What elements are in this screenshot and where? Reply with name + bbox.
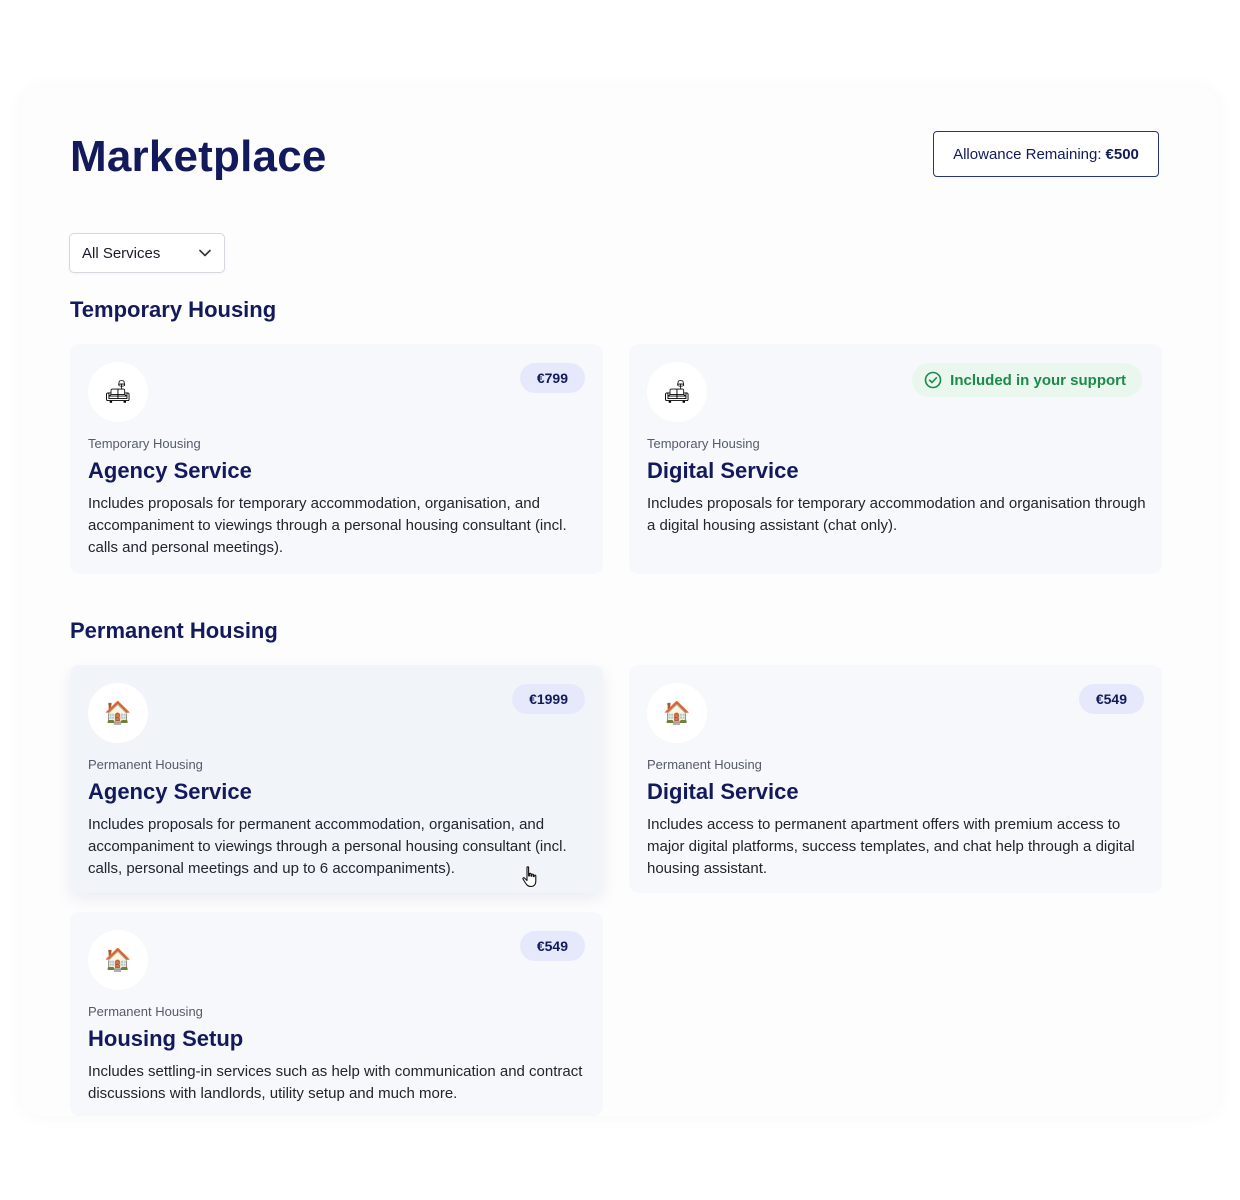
section-title-temporary-housing: Temporary Housing [70,297,277,322]
card-description: Includes access to permanent apartment o… [647,816,1135,877]
included-label: Included in your support [950,371,1126,389]
allowance-value: €500 [1105,145,1139,163]
card-category: Temporary Housing [647,436,760,451]
service-filter-value: All Services [82,244,161,262]
house-icon: 🏠 [647,683,707,743]
card-description: Includes proposals for temporary accommo… [647,495,1146,534]
service-card-housing-setup[interactable]: 🏠 €549 Permanent Housing Housing Setup I… [70,912,603,1116]
pointer-hand-icon [522,866,537,888]
card-description: Includes settling-in services such as he… [88,1063,583,1102]
service-card-permanent-agency[interactable]: 🏠 €1999 Permanent Housing Agency Service… [70,665,603,893]
house-icon: 🏠 [88,683,148,743]
card-description: Includes proposals for temporary accommo… [88,495,567,556]
included-badge: Included in your support [912,363,1142,397]
card-title: Housing Setup [88,1026,244,1051]
service-filter-select[interactable]: All Services [69,233,225,273]
house-icon: 🏠 [88,930,148,990]
service-card-temporary-digital[interactable]: 🛋 Included in your support Temporary Hou… [629,344,1162,574]
card-description: Includes proposals for permanent accommo… [88,816,567,877]
card-category: Temporary Housing [88,436,201,451]
allowance-label: Allowance Remaining: [953,145,1102,163]
marketplace-panel: Marketplace Allowance Remaining: €500 Al… [22,88,1218,1116]
price-badge: €799 [519,363,585,393]
price-badge: €549 [519,931,585,961]
card-title: Agency Service [88,779,252,804]
price-badge: €1999 [512,684,585,714]
chevron-down-icon [198,246,212,260]
service-card-permanent-digital[interactable]: 🏠 €549 Permanent Housing Digital Service… [629,665,1162,893]
allowance-remaining-button[interactable]: Allowance Remaining: €500 [933,131,1159,177]
card-title: Digital Service [647,458,799,483]
card-category: Permanent Housing [88,1004,203,1019]
price-badge: €549 [1078,684,1144,714]
card-category: Permanent Housing [88,757,203,772]
page-title: Marketplace [70,132,327,181]
service-card-temporary-agency[interactable]: 🛋 €799 Temporary Housing Agency Service … [70,344,603,574]
section-title-permanent-housing: Permanent Housing [70,618,278,643]
sofa-icon: 🛋 [647,362,707,422]
card-title: Digital Service [647,779,799,804]
check-circle-icon [924,371,942,389]
card-title: Agency Service [88,458,252,483]
card-category: Permanent Housing [647,757,762,772]
sofa-icon: 🛋 [88,362,148,422]
